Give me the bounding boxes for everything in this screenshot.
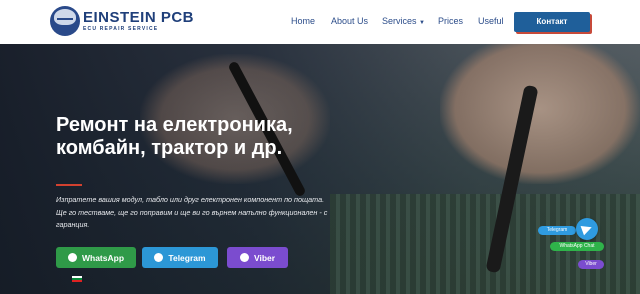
floating-viber-link[interactable]: Viber <box>578 260 604 269</box>
hero-description: Изпратете вашия модул, табло или друг ел… <box>56 195 328 229</box>
hand-image-right <box>440 44 640 184</box>
viber-button-label: Viber <box>253 252 276 263</box>
nav-services[interactable]: Services ▼ <box>382 16 425 26</box>
telegram-icon <box>154 253 164 262</box>
telegram-button-label: Telegram <box>168 252 206 263</box>
nav-services-label: Services <box>382 16 417 26</box>
viber-button[interactable]: Viber <box>227 247 288 268</box>
logo-title: EINSTEIN PCB <box>83 9 195 26</box>
whatsapp-button-label: WhatsApp <box>81 252 125 263</box>
nav-useful[interactable]: Useful <box>478 16 504 26</box>
headline-divider <box>56 184 82 186</box>
whatsapp-icon <box>67 253 77 262</box>
floating-whatsapp-link[interactable]: WhatsApp Chat <box>550 242 604 251</box>
hero-headline: Ремонт на електроника, комбайн, трактор … <box>56 114 293 159</box>
nav-about-us[interactable]: About Us <box>331 16 368 26</box>
floating-telegram-link[interactable]: Telegram <box>538 226 576 235</box>
whatsapp-button[interactable]: WhatsApp <box>56 247 136 268</box>
site-header: EINSTEIN PCB ECU REPAIR SERVICE Home Abo… <box>0 0 640 44</box>
viber-icon <box>239 253 249 262</box>
contact-button[interactable]: Контакт <box>514 12 590 32</box>
chevron-down-icon: ▼ <box>419 20 425 26</box>
telegram-button[interactable]: Telegram <box>142 247 218 268</box>
nav-prices[interactable]: Prices <box>438 16 463 26</box>
logo[interactable]: EINSTEIN PCB ECU REPAIR SERVICE <box>50 6 194 36</box>
einstein-logo-icon <box>50 6 80 36</box>
logo-subtitle: ECU REPAIR SERVICE <box>83 26 159 32</box>
logo-text: EINSTEIN PCB ECU REPAIR SERVICE <box>83 10 194 32</box>
nav-home[interactable]: Home <box>291 16 315 26</box>
language-flag-icon[interactable] <box>72 276 82 282</box>
telegram-fab-icon[interactable] <box>576 218 598 240</box>
